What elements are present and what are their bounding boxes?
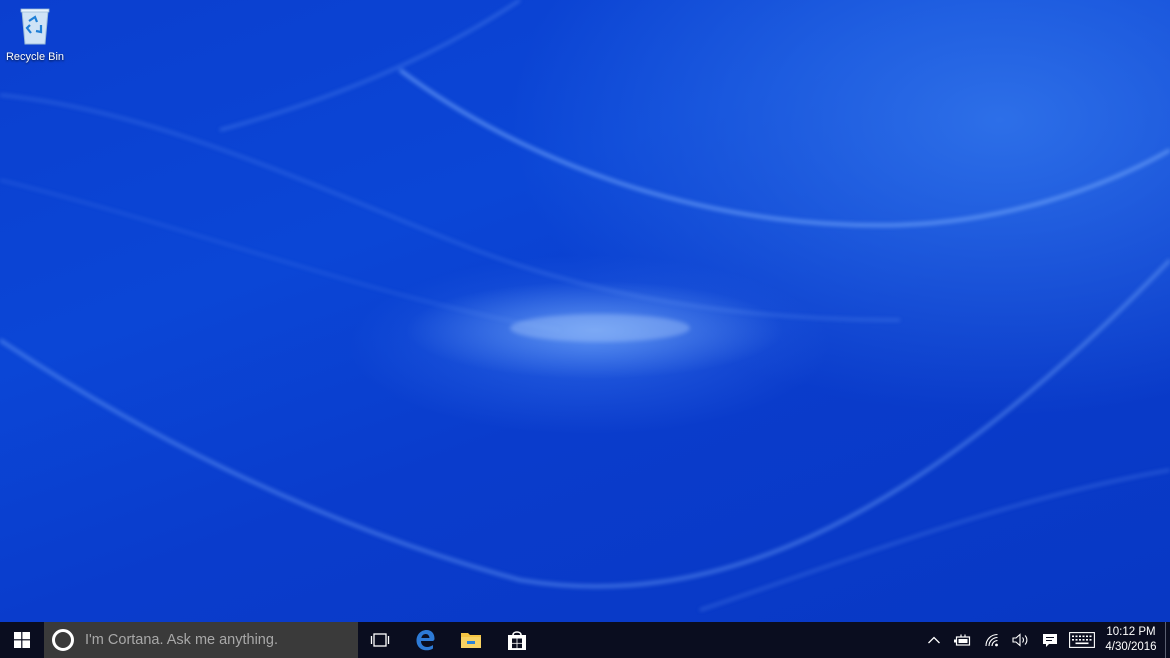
file-explorer-icon: [461, 633, 481, 648]
wifi-icon: [984, 633, 998, 647]
taskbar-app-file-explorer[interactable]: [448, 622, 494, 658]
desktop-icon-label: Recycle Bin: [5, 51, 65, 63]
search-placeholder: I'm Cortana. Ask me anything.: [85, 632, 278, 648]
show-desktop-button[interactable]: [1165, 622, 1170, 658]
wallpaper-light-streaks: [0, 0, 1170, 611]
edge-icon: [416, 630, 435, 651]
taskbar-app-edge[interactable]: [402, 622, 448, 658]
clock-button[interactable]: 10:12 PM 4/30/2016: [1100, 622, 1162, 658]
touch-keyboard-button[interactable]: [1064, 622, 1100, 658]
battery-button[interactable]: [948, 622, 977, 658]
network-button[interactable]: [977, 622, 1006, 658]
taskbar: I'm Cortana. Ask me anything. 10:12 PM 4…: [0, 622, 1170, 658]
action-center-icon: [1042, 633, 1057, 647]
task-view-button[interactable]: [358, 622, 402, 658]
chevron-up-icon: [927, 636, 940, 644]
desktop-icon-recycle-bin[interactable]: Recycle Bin: [4, 3, 66, 63]
clock-time: 10:12 PM: [1106, 626, 1156, 638]
desktop-background[interactable]: Recycle Bin: [0, 0, 1170, 622]
cortana-icon: [52, 629, 74, 651]
taskbar-app-store[interactable]: [494, 622, 540, 658]
store-icon: [508, 631, 526, 650]
clock-date: 4/30/2016: [1105, 641, 1157, 653]
recycle-bin-icon: [20, 8, 50, 45]
start-button[interactable]: [0, 622, 44, 658]
battery-icon: [953, 634, 970, 646]
show-hidden-icons-button[interactable]: [919, 622, 948, 658]
windows-logo-icon: [14, 632, 30, 648]
volume-button[interactable]: [1006, 622, 1035, 658]
task-view-icon: [370, 633, 390, 647]
volume-icon: [1011, 633, 1027, 647]
keyboard-icon: [1069, 632, 1095, 648]
cortana-search-box[interactable]: I'm Cortana. Ask me anything.: [44, 622, 358, 658]
action-center-button[interactable]: [1035, 622, 1064, 658]
